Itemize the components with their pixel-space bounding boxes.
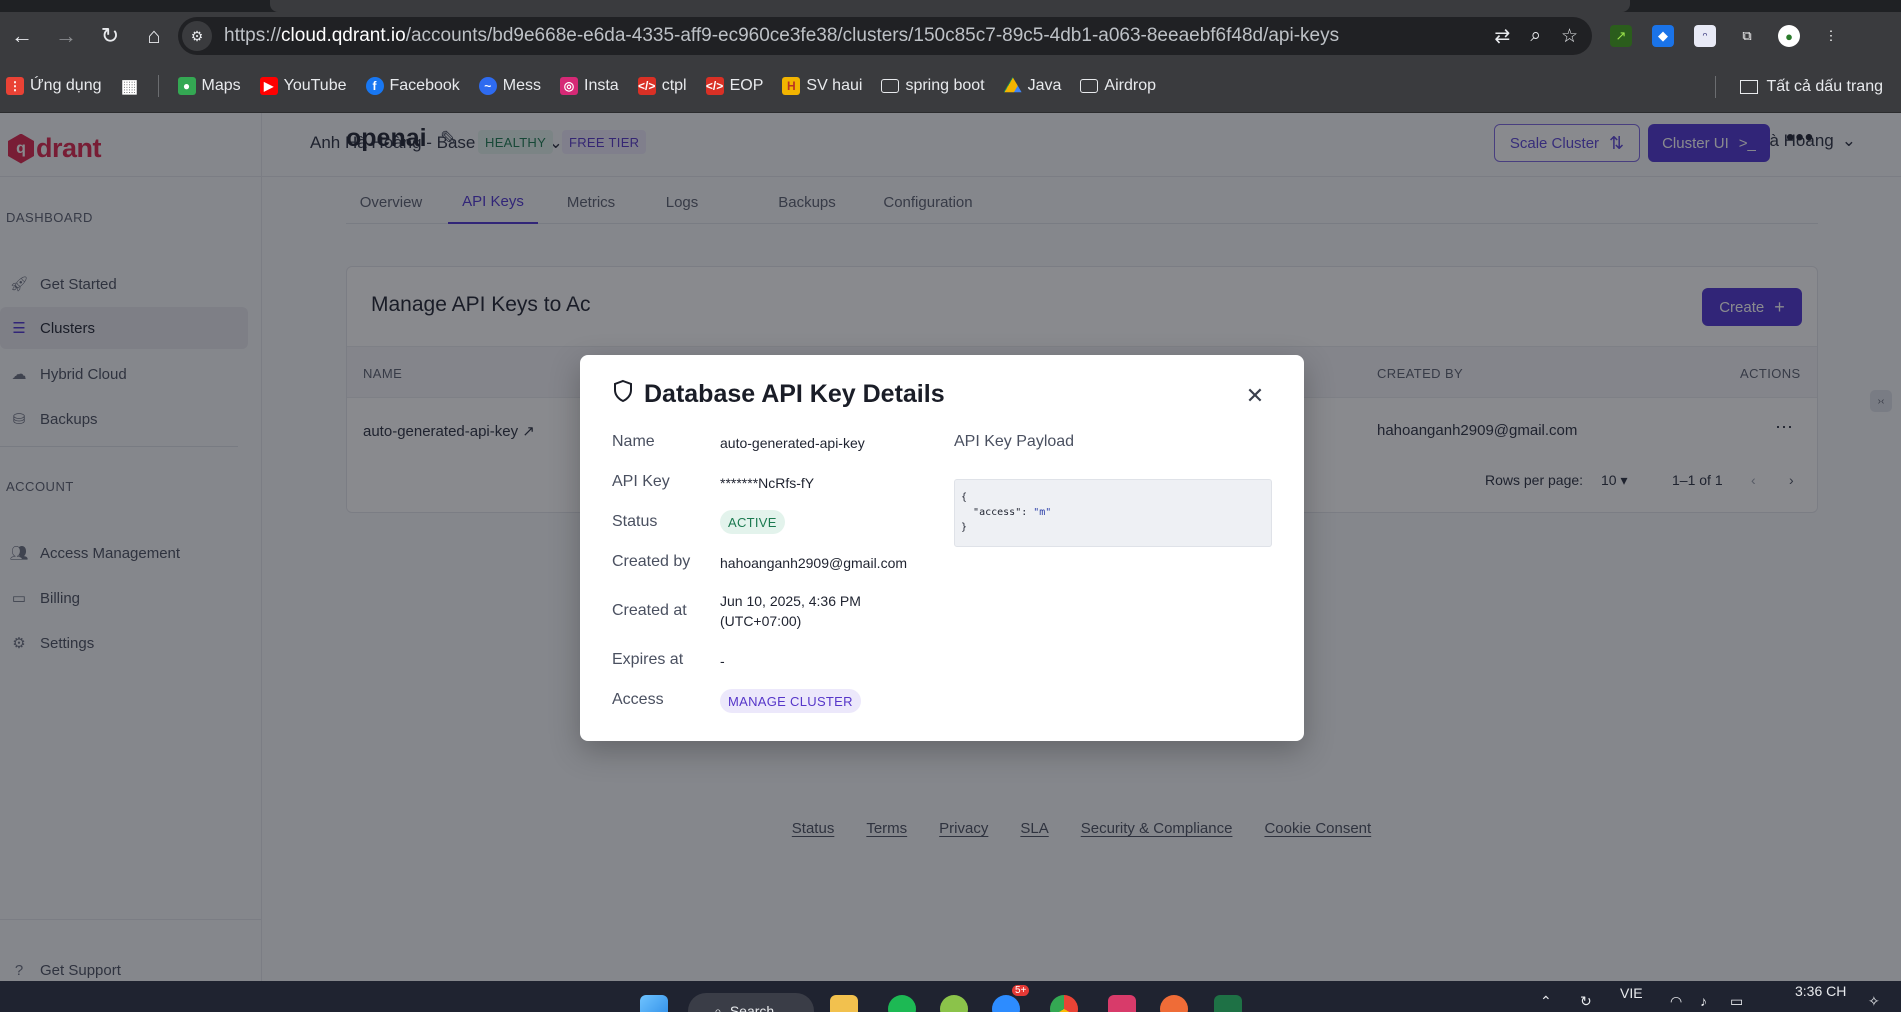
value-created-at-date: Jun 10, 2025, 4:36 PM: [720, 593, 861, 609]
url-text[interactable]: https://cloud.qdrant.io/accounts/bd9e668…: [224, 25, 1339, 47]
extension-chart-icon[interactable]: ↗: [1610, 25, 1632, 47]
chrome-icon[interactable]: [1050, 995, 1078, 1012]
value-name: auto-generated-api-key: [720, 435, 865, 451]
active-tab[interactable]: [270, 0, 1630, 12]
close-icon[interactable]: ✕: [1242, 383, 1268, 409]
menu-kebab-icon[interactable]: ⋮: [1820, 25, 1842, 47]
tray-sync-icon[interactable]: ↻: [1580, 993, 1592, 1010]
instagram-icon: ◎: [560, 77, 578, 95]
extension-blue-icon[interactable]: ◆: [1652, 25, 1674, 47]
label-api-key: API Key: [612, 473, 670, 490]
bookmarks-bar: ⋮ Ứng dụng ▦ ● Maps ▶ YouTube f Facebook ~ Me…: [0, 60, 1901, 113]
payload-value: "m": [1033, 507, 1052, 518]
bookmark-apps[interactable]: ⋮ Ứng dụng: [6, 77, 102, 95]
all-bookmarks[interactable]: Tất cả dấu trang: [1715, 60, 1883, 113]
extensions-puzzle-icon[interactable]: ⧉: [1736, 25, 1758, 47]
label-access: Access: [612, 691, 664, 708]
bookmark-maps[interactable]: ● Maps: [177, 77, 241, 95]
tray-chevron-icon[interactable]: ⌃: [1540, 993, 1552, 1010]
intellij-icon[interactable]: [1108, 995, 1136, 1012]
status-badge: ACTIVE: [720, 510, 785, 534]
label-expires-at: Expires at: [612, 651, 684, 668]
translate-icon[interactable]: ⇄: [1494, 25, 1510, 48]
apps-grid-icon: ⋮: [6, 77, 24, 95]
folder-icon: [1080, 79, 1099, 93]
modal-title: Database API Key Details: [612, 379, 945, 410]
code-icon: </>: [637, 77, 656, 95]
haui-icon: H: [782, 77, 801, 95]
label-created-at: Created at: [612, 602, 687, 619]
star-icon[interactable]: ☆: [1561, 25, 1578, 48]
search-icon: ⌕: [714, 1002, 722, 1012]
facebook-icon: f: [365, 77, 384, 95]
clock-time[interactable]: 3:36 CH: [1795, 983, 1846, 999]
value-expires-at: -: [720, 653, 725, 669]
notification-badge: 5+: [1012, 985, 1030, 996]
value-created-at-tz: (UTC+07:00): [720, 613, 802, 629]
site-info-icon[interactable]: ⚙: [182, 21, 212, 51]
folder-icon: [1740, 79, 1759, 94]
file-explorer-icon[interactable]: [830, 995, 858, 1012]
grid-icon: ▦: [120, 75, 138, 96]
maps-icon: ●: [177, 77, 196, 95]
bookmark-grid[interactable]: ▦: [120, 75, 139, 96]
browser-toolbar: ← → ↻ ⌂ ⚙ https://cloud.qdrant.io/accoun…: [0, 12, 1901, 60]
bookmark-spring-boot[interactable]: spring boot: [881, 77, 985, 95]
app-green-icon[interactable]: [940, 995, 968, 1012]
forward-icon[interactable]: →: [44, 16, 88, 56]
api-key-details-modal: Database API Key Details ✕ Name auto-gen…: [580, 355, 1304, 741]
bookmark-facebook[interactable]: f Facebook: [365, 77, 460, 95]
shield-icon: [612, 379, 634, 410]
postman-icon[interactable]: [1160, 995, 1188, 1012]
spotify-icon[interactable]: [888, 995, 916, 1012]
value-created-by: hahoanganh2909@gmail.com: [720, 555, 908, 571]
messenger-icon: ~: [478, 77, 497, 95]
bookmark-sv-haui[interactable]: H SV haui: [782, 77, 862, 95]
drive-icon: [1003, 77, 1022, 93]
battery-icon[interactable]: ▭: [1730, 993, 1743, 1010]
bookmark-mess[interactable]: ~ Mess: [478, 77, 541, 95]
access-badge: MANAGE CLUSTER: [720, 689, 861, 713]
reload-icon[interactable]: ↻: [88, 16, 132, 56]
bookmark-ctpl[interactable]: </> ctpl: [637, 77, 687, 95]
youtube-icon: ▶: [259, 77, 278, 95]
os-taskbar: ⌕ Search 5+ ⌃ ↻ VIE ◠ ♪ ▭ 3:36 CH ✧: [0, 981, 1901, 1012]
profile-avatar-icon[interactable]: ●: [1778, 25, 1800, 47]
code-icon: </>: [705, 77, 724, 95]
excel-icon[interactable]: [1214, 995, 1242, 1012]
folder-icon: [881, 79, 900, 93]
bookmark-insta[interactable]: ◎ Insta: [560, 77, 619, 95]
language-indicator[interactable]: VIE: [1620, 985, 1643, 1001]
payload-code-block: { "access": "m" }: [954, 479, 1272, 547]
extension-face-icon[interactable]: ᵔ: [1694, 25, 1716, 47]
value-api-key: *******NcRfs-fY: [720, 475, 815, 491]
taskbar-search[interactable]: ⌕ Search: [688, 993, 814, 1012]
address-bar[interactable]: ⚙ https://cloud.qdrant.io/accounts/bd9e6…: [178, 17, 1592, 55]
back-icon[interactable]: ←: [0, 16, 44, 56]
label-name: Name: [612, 433, 655, 450]
payload-label: API Key Payload: [954, 433, 1075, 450]
wifi-icon[interactable]: ◠: [1670, 993, 1682, 1010]
bookmark-java[interactable]: Java: [1003, 77, 1061, 95]
bookmark-airdrop[interactable]: Airdrop: [1080, 77, 1156, 95]
bookmark-eop[interactable]: </> EOP: [705, 77, 763, 95]
bookmark-separator: [157, 75, 159, 97]
zalo-icon[interactable]: [992, 995, 1020, 1012]
notification-center-icon[interactable]: ✧: [1868, 993, 1880, 1010]
label-created-by: Created by: [612, 553, 691, 570]
home-icon[interactable]: ⌂: [132, 16, 176, 56]
browser-tabstrip: [0, 0, 1901, 12]
label-status: Status: [612, 513, 658, 530]
zoom-icon[interactable]: ⌕: [1530, 25, 1541, 47]
windows-start-icon[interactable]: [640, 995, 668, 1012]
payload-key: "access": [973, 507, 1022, 518]
bookmark-youtube[interactable]: ▶ YouTube: [259, 77, 347, 95]
volume-icon[interactable]: ♪: [1700, 993, 1707, 1009]
